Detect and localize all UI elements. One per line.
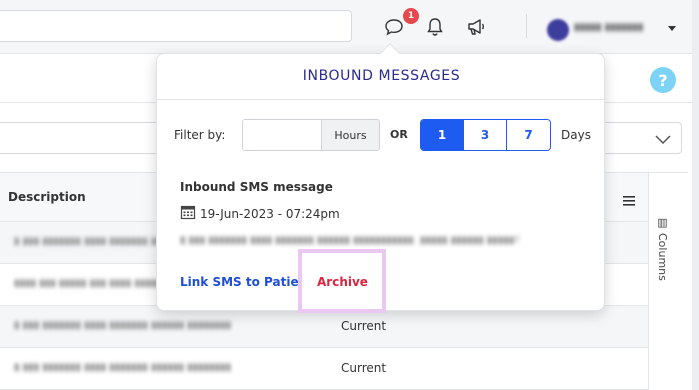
link-sms-to-patient-link[interactable]: Link SMS to Patient xyxy=(180,275,298,289)
hours-input[interactable] xyxy=(242,119,322,151)
help-icon[interactable]: ? xyxy=(650,67,676,93)
message-type: Inbound SMS message xyxy=(180,180,333,194)
redacted-cell: ▮ ▮▮▮ ▮▮▮▮▮▮▮ ▮▮▮▮ ▮▮▮▮▮▮▮ ▮▮ xyxy=(14,236,162,247)
megaphone-icon[interactable] xyxy=(464,14,490,40)
chevron-down-icon[interactable] xyxy=(654,130,672,149)
global-search-input[interactable] xyxy=(0,10,352,42)
redacted-cell: ▮ ▮▮▮ ▮▮▮▮▮▮▮ ▮▮▮▮ ▮▮▮▮▮▮▮ ▮▮▮▮▮▮ ▮▮▮▮▮▮… xyxy=(14,320,232,331)
filter-by-label: Filter by: xyxy=(174,128,226,142)
archive-link[interactable]: Archive xyxy=(317,275,368,289)
chevron-down-icon[interactable] xyxy=(668,26,676,31)
status-cell: Current xyxy=(341,319,387,333)
top-bar: 1 ▮▮▮▮▮ ▮▮▮▮▮▮▮ xyxy=(0,0,699,54)
message-date: 19-Jun-2023 - 07:24pm xyxy=(180,204,340,223)
day-option-3-button[interactable]: 3 xyxy=(464,120,507,150)
user-name-redacted[interactable]: ▮▮▮▮▮ ▮▮▮▮▮▮▮ xyxy=(574,22,643,33)
redacted-cell: ▮ ▮▮▮ ▮▮▮▮▮▮▮ ▮▮▮▮ ▮▮▮▮▮▮▮ ▮▮▮▮▮▮ ▮▮▮▮▮▮… xyxy=(14,362,232,373)
divider xyxy=(157,99,606,100)
hours-addon: Hours xyxy=(321,119,380,151)
column-header-description[interactable]: Description xyxy=(8,190,86,204)
calendar-icon xyxy=(180,204,196,223)
day-option-7-button[interactable]: 7 xyxy=(507,120,550,150)
columns-icon: ▥ xyxy=(656,216,669,229)
popup-title: INBOUND MESSAGES xyxy=(302,68,461,84)
inbound-messages-popup: INBOUND MESSAGES Filter by: Hours OR 1 3… xyxy=(156,43,606,313)
menu-icon[interactable] xyxy=(623,191,635,210)
message-preview-redacted: ▮ ▮▮▮ ▮▮▮▮▮▮▮ ▮▮▮▮ ▮▮▮▮▮▮▮ ▮▮▮▮▮▮ ▮▮▮▮▮▮… xyxy=(180,235,520,246)
scrollbar[interactable] xyxy=(692,0,699,390)
chat-notification-badge: 1 xyxy=(403,8,419,24)
days-label: Days xyxy=(561,128,591,142)
avatar[interactable] xyxy=(547,19,569,41)
topbar-divider xyxy=(526,14,527,38)
or-label: OR xyxy=(390,128,408,141)
bell-icon[interactable] xyxy=(422,14,448,40)
status-cell: Current xyxy=(341,361,387,375)
days-toggle-group: 1 3 7 xyxy=(420,119,551,151)
day-option-1-button[interactable]: 1 xyxy=(421,120,464,150)
columns-panel-tab[interactable] xyxy=(648,172,688,390)
columns-tab-label[interactable]: ▥ Columns xyxy=(656,216,669,281)
redacted-cell: ▮▮▮▮ ▮▮▮ ▮▮▮▮▮ ▮▮▮ ▮▮▮▮ ▮▮▮▮▮▮ xyxy=(14,278,168,289)
table-row[interactable]: ▮ ▮▮▮ ▮▮▮▮▮▮▮ ▮▮▮▮ ▮▮▮▮▮▮▮ ▮▮▮▮▮▮ ▮▮▮▮▮▮… xyxy=(0,348,648,390)
